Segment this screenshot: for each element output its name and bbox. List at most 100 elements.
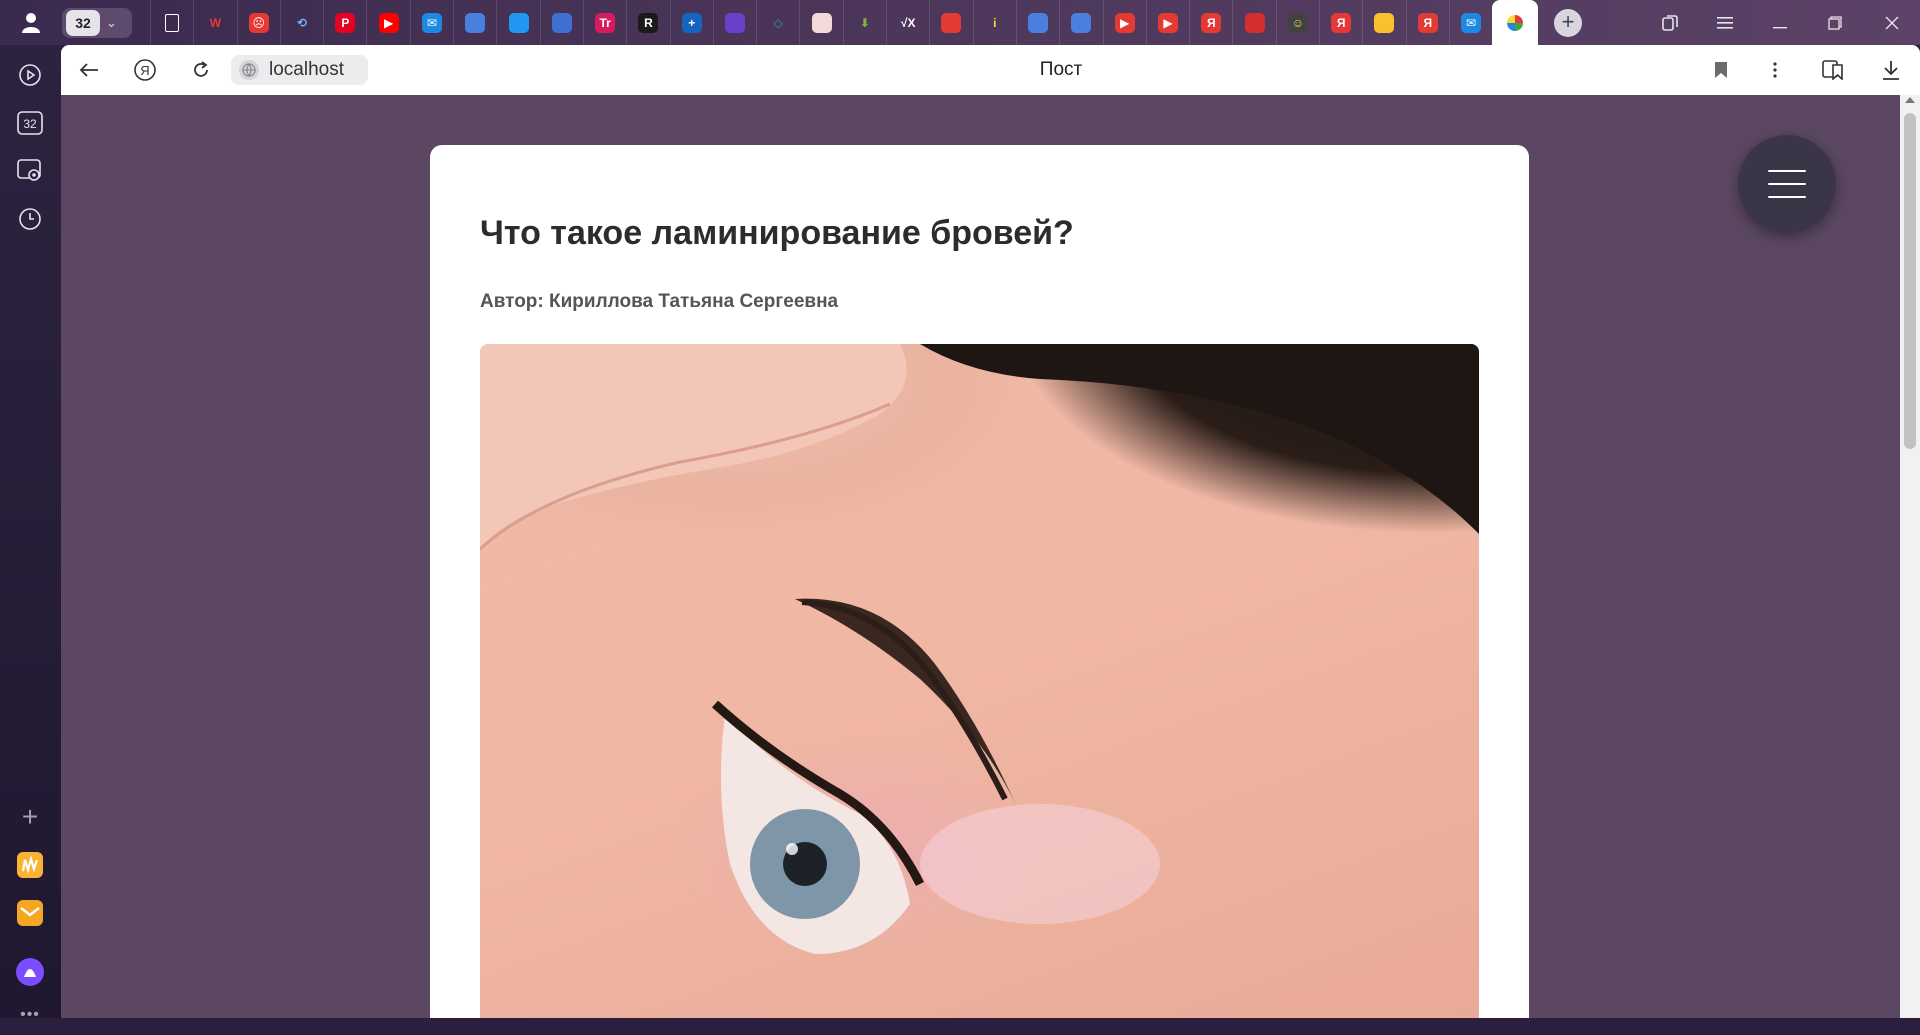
minimize-icon[interactable] — [1760, 0, 1800, 45]
tab-purple-chat[interactable] — [712, 0, 756, 45]
yandex-3-icon: Я — [1417, 12, 1438, 33]
scrollbar-thumb[interactable] — [1904, 113, 1916, 449]
download-icon[interactable] — [1871, 45, 1911, 95]
tab-tr[interactable]: Tr — [582, 0, 626, 45]
alice-assistant-icon[interactable] — [10, 952, 50, 992]
emoji-icon: ☺ — [1287, 12, 1308, 33]
menu-icon[interactable] — [1705, 0, 1745, 45]
screenshot-icon[interactable] — [10, 151, 50, 191]
pinterest-icon: P — [335, 12, 356, 33]
tab-box-green[interactable]: ◇ — [756, 0, 799, 45]
tab-cube-blue[interactable] — [453, 0, 496, 45]
tab-doc[interactable] — [150, 0, 193, 45]
hamburger-menu-button[interactable] — [1738, 135, 1836, 233]
book-icon — [508, 12, 529, 33]
plus-icon: + — [1554, 8, 1582, 37]
app-clapper-icon[interactable] — [10, 845, 50, 885]
tab-book[interactable] — [496, 0, 539, 45]
tab-video-1[interactable]: ▶ — [1102, 0, 1146, 45]
info-icon: i — [993, 15, 997, 30]
r-icon: R — [638, 12, 659, 33]
tab-messenger[interactable]: ✉ — [1448, 0, 1492, 45]
smile-icon — [811, 12, 832, 33]
tab-video-2[interactable]: ▶ — [1145, 0, 1189, 45]
tab-yandex-3[interactable]: Я — [1405, 0, 1449, 45]
post-author: Автор: Кириллова Татьяна Сергеевна — [480, 291, 839, 312]
tab-cube-3[interactable] — [1059, 0, 1102, 45]
close-icon[interactable] — [1872, 0, 1912, 45]
tab-pinterest[interactable]: P — [323, 0, 366, 45]
tab-w[interactable]: W — [193, 0, 236, 45]
vertical-scrollbar[interactable] — [1900, 95, 1920, 1018]
tab-red-dot[interactable] — [1232, 0, 1275, 45]
purple-chat-icon — [725, 12, 745, 33]
sqrt-icon: √X — [900, 15, 916, 30]
tab-youtube[interactable]: ▶ — [366, 0, 409, 45]
page-viewport: Что такое ламинирование бровей? Автор: К… — [61, 95, 1900, 1018]
tab-emoji[interactable]: ☺ — [1275, 0, 1319, 45]
more-options-icon[interactable] — [1755, 45, 1795, 95]
play-icon[interactable] — [10, 55, 50, 95]
tab-download[interactable]: ⬇ — [842, 0, 886, 45]
mail-icon[interactable] — [10, 893, 50, 933]
tab-chat[interactable]: ✉ — [409, 0, 453, 45]
profile-icon[interactable] — [14, 0, 48, 45]
books-icon — [941, 12, 962, 33]
cube-3-icon — [1071, 12, 1092, 33]
chat-icon: ✉ — [421, 12, 442, 33]
bookmark-icon[interactable] — [1701, 45, 1741, 95]
page-title: Пост — [1039, 59, 1083, 80]
download-icon: ⬇ — [859, 15, 870, 30]
tab-yandex-1[interactable]: Я — [1189, 0, 1232, 45]
tab-image[interactable] — [1362, 0, 1405, 45]
reading-list-icon[interactable] — [1813, 45, 1853, 95]
more-icon[interactable]: ••• — [10, 995, 50, 1035]
cube-blue-icon — [465, 12, 486, 33]
yandex-home-button[interactable]: Я — [125, 45, 165, 95]
tab-red-face[interactable]: ☹ — [236, 0, 280, 45]
tab-cube-2[interactable] — [1015, 0, 1059, 45]
messenger-icon: ✉ — [1461, 12, 1482, 33]
reload-button[interactable] — [181, 45, 221, 95]
tab-basket[interactable] — [539, 0, 583, 45]
tab-info[interactable]: i — [972, 0, 1016, 45]
sidebar-tab-count: 32 — [23, 117, 37, 131]
cube-2-icon — [1028, 12, 1049, 33]
history-icon[interactable] — [10, 199, 50, 239]
plus-circle-icon: + — [681, 12, 702, 33]
add-panel-icon[interactable]: + — [10, 797, 50, 837]
tab-yandex-2[interactable]: Я — [1319, 0, 1362, 45]
tabs-counter-icon[interactable]: 32 — [10, 103, 50, 143]
site-info-icon[interactable] — [239, 60, 259, 80]
address-bar[interactable]: localhost — [231, 55, 368, 85]
pinned-tabs: W ☹ ⟲ P ▶ ✉ Tr R + ◇ ⬇ √X i ▶ ▶ Я ☺ Я Я ✉ — [150, 0, 1539, 45]
chevron-down-icon: ⌄ — [106, 14, 117, 30]
image-icon — [1374, 12, 1395, 33]
menu-bar-icon — [1768, 170, 1806, 172]
red-dot-icon — [1244, 12, 1265, 33]
loading-icon: ⟲ — [297, 15, 308, 30]
tab-strip: 32 ⌄ W ☹ ⟲ P ▶ ✉ Tr R + ◇ ⬇ √X i ▶ ▶ Я ☺ Я Я ✉ + — [0, 0, 1920, 45]
basket-icon — [551, 12, 572, 33]
address-toolbar: Я localhost Пост — [61, 45, 1920, 95]
tab-loading[interactable]: ⟲ — [279, 0, 323, 45]
tr-icon: Tr — [595, 12, 616, 33]
tab-plus-circle[interactable]: + — [669, 0, 713, 45]
doc-icon — [165, 13, 180, 32]
collections-icon[interactable] — [1650, 0, 1690, 45]
post-card: Что такое ламинирование бровей? Автор: К… — [430, 145, 1529, 1018]
tab-smile[interactable] — [799, 0, 842, 45]
tab-books[interactable] — [929, 0, 972, 45]
tab-sqrt[interactable]: √X — [886, 0, 929, 45]
red-face-icon: ☹ — [248, 12, 269, 33]
youtube-icon: ▶ — [378, 12, 399, 33]
new-tab-button[interactable]: + — [1548, 0, 1588, 45]
tab-counter-button[interactable]: 32 ⌄ — [62, 0, 132, 45]
scroll-up-arrow-icon[interactable] — [1905, 97, 1915, 103]
restore-icon[interactable] — [1815, 0, 1855, 45]
active-site-icon — [1507, 14, 1524, 31]
tab-active-site[interactable] — [1492, 0, 1539, 45]
post-image — [480, 344, 1479, 1018]
back-button[interactable] — [69, 45, 109, 95]
tab-r[interactable]: R — [626, 0, 669, 45]
